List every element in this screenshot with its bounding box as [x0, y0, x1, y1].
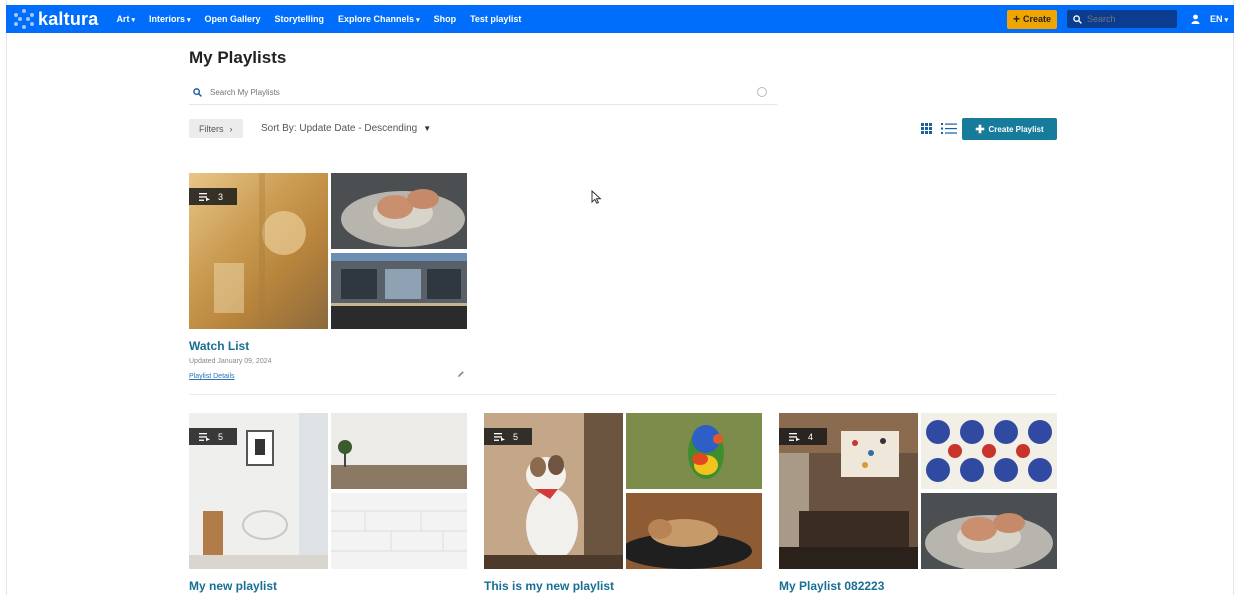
create-button-label: Create — [1022, 14, 1051, 24]
playlist-thumbnails[interactable]: 5 — [189, 413, 467, 569]
item-count: 4 — [808, 431, 814, 442]
nav-item-explore-channels[interactable]: Explore Channels ▾ — [338, 14, 420, 24]
thumbnail-small-bottom — [331, 493, 467, 569]
thumbnail-small-top — [331, 413, 467, 489]
thumbnail-art — [331, 413, 467, 489]
playlist-thumbnails[interactable]: 5 — [484, 413, 762, 569]
thumbnail-small-top — [921, 413, 1057, 489]
playlist-thumbnails[interactable]: 4 — [779, 413, 1057, 569]
create-playlist-label: Create Playlist — [988, 124, 1044, 134]
clear-icon[interactable] — [757, 87, 767, 97]
playlist-icon — [199, 432, 210, 441]
window-frame-right — [1233, 0, 1240, 595]
thumbnail-small-bottom — [626, 493, 762, 569]
playlist-title[interactable]: My new playlist — [189, 579, 467, 593]
nav-item-storytelling[interactable]: Storytelling — [275, 14, 325, 24]
search-icon — [1073, 14, 1082, 24]
playlist-card: 5 My new playlist — [189, 413, 467, 593]
playlist-icon — [789, 432, 800, 441]
header-actions: + Create EN▾ — [1006, 5, 1234, 33]
thumbnail-small-bottom — [921, 493, 1057, 569]
playlist-search-input[interactable] — [210, 87, 730, 97]
thumbnail-art — [921, 413, 1057, 489]
nav-item-art[interactable]: Art ▾ — [116, 14, 135, 24]
item-count: 5 — [513, 431, 519, 442]
chevron-down-icon: ▾ — [1224, 17, 1228, 24]
global-search[interactable] — [1066, 10, 1177, 28]
brand-logo[interactable]: kaltura — [14, 9, 98, 30]
list-view-icon[interactable] — [941, 123, 957, 134]
item-count: 5 — [218, 431, 224, 442]
nav-item-shop[interactable]: Shop — [434, 14, 457, 24]
search-icon — [193, 87, 202, 97]
playlist-card: 4 My Playlist 082223 — [779, 413, 1057, 593]
chevron-right-icon: › — [229, 123, 233, 134]
playlist-search[interactable] — [189, 80, 777, 105]
item-count: 3 — [218, 191, 224, 202]
plus-icon: + — [1012, 12, 1020, 26]
playlist-title[interactable]: My Playlist 082223 — [779, 579, 1057, 593]
playlist-thumbnails[interactable]: 3 — [189, 173, 467, 329]
nav-label: Interiors — [148, 14, 185, 24]
playlist-icon — [199, 192, 210, 201]
nav-item-open-gallery[interactable]: Open Gallery — [204, 14, 260, 24]
create-button[interactable]: + Create — [1006, 9, 1057, 29]
plus-icon: ✚ — [975, 123, 985, 136]
filters-button[interactable]: Filters › — [189, 119, 243, 138]
nav-item-interiors[interactable]: Interiors ▾ — [149, 14, 191, 24]
user-menu[interactable]: EN ▾ — [1191, 14, 1228, 24]
playlist-card: 5 This is my new playlist — [484, 413, 762, 593]
sort-label: Sort By: Update Date - Descending — [261, 123, 418, 134]
grid-view-icon[interactable] — [921, 123, 932, 134]
thumbnail-small-top — [331, 173, 467, 249]
window-frame-left — [0, 0, 7, 595]
item-count-badge: 5 — [189, 428, 237, 445]
logo-icon — [14, 9, 34, 29]
thumbnail-art — [331, 173, 467, 249]
nav-label: Art — [116, 14, 130, 24]
cursor-icon — [591, 190, 602, 204]
page-title: My Playlists — [189, 48, 287, 67]
thumbnail-art — [331, 493, 467, 569]
global-search-input[interactable] — [1086, 14, 1157, 24]
nav-item-test-playlist[interactable]: Test playlist — [470, 14, 521, 24]
item-count-badge: 3 — [189, 188, 237, 205]
chevron-down-icon: ▾ — [416, 17, 420, 24]
playlist-title[interactable]: This is my new playlist — [484, 579, 762, 593]
chevron-down-icon: ▼ — [423, 124, 432, 133]
top-navigation-bar: kaltura Art ▾ Interiors ▾ Open Gallery Sto… — [6, 5, 1234, 33]
playlist-icon — [494, 432, 505, 441]
thumbnail-art — [921, 493, 1057, 569]
nav-label: Explore Channels — [338, 14, 415, 24]
chevron-down-icon: ▾ — [186, 17, 191, 24]
thumbnail-small-bottom — [331, 253, 467, 329]
chevron-down-icon: ▾ — [131, 17, 135, 24]
item-count-badge: 4 — [779, 428, 827, 445]
playlist-title[interactable]: Watch List — [189, 339, 467, 353]
language-selector[interactable]: EN ▾ — [1210, 14, 1228, 24]
pencil-icon[interactable] — [457, 370, 465, 378]
thumbnail-art — [626, 493, 762, 569]
thumbnail-small-top — [626, 413, 762, 489]
sort-dropdown[interactable]: Sort By: Update Date - Descending ▼ — [261, 123, 431, 134]
user-icon — [1191, 14, 1200, 24]
section-divider — [189, 394, 1057, 395]
create-playlist-button[interactable]: ✚ Create Playlist — [962, 118, 1057, 140]
item-count-badge: 5 — [484, 428, 532, 445]
playlist-details-link[interactable]: Playlist Details — [189, 373, 235, 380]
thumbnail-art — [626, 413, 762, 489]
main-nav: Art ▾ Interiors ▾ Open Gallery Storytellin… — [116, 14, 521, 24]
language-label: EN — [1209, 14, 1223, 24]
brand-name: kaltura — [38, 8, 99, 29]
filters-label: Filters — [199, 123, 224, 134]
playlist-card: 3 Watch List Updated January 09, 2024 Pl… — [189, 173, 467, 383]
playlist-updated-date: Updated January 09, 2024 — [189, 358, 272, 365]
thumbnail-art — [331, 253, 467, 329]
